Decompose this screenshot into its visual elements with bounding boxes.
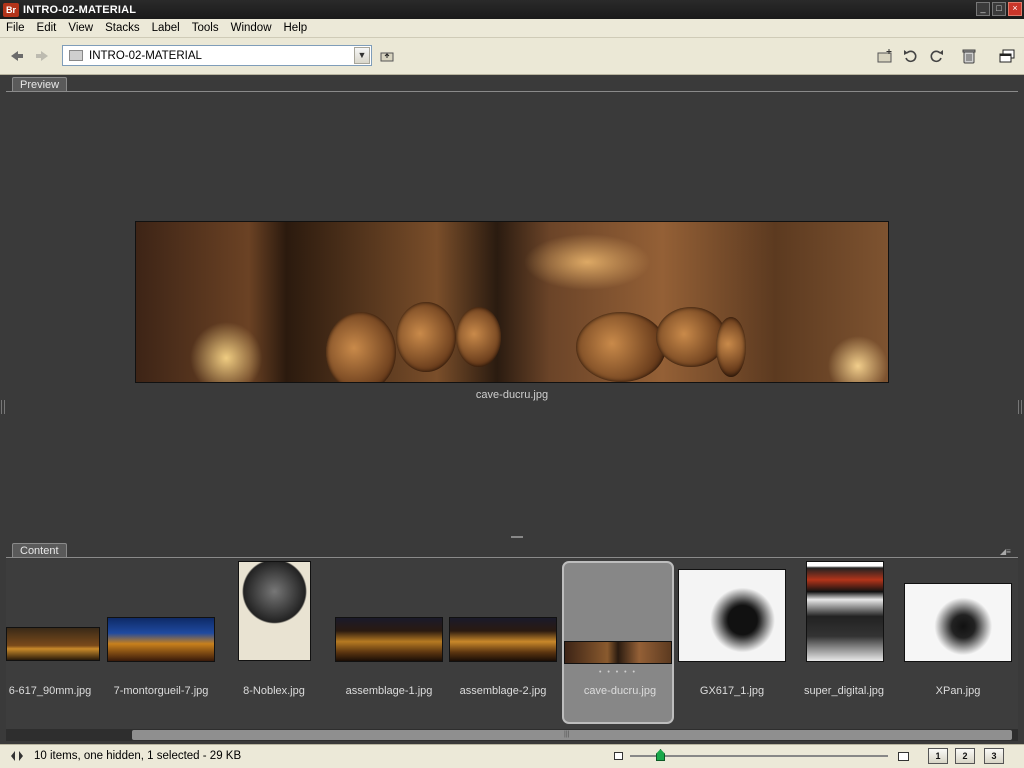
current-folder-label: INTRO-02-MATERIAL	[89, 49, 202, 62]
menu-edit[interactable]: Edit	[31, 22, 63, 34]
thumbnail-filename: assemblage-1.jpg	[345, 685, 433, 697]
thumbnail-image	[238, 561, 311, 661]
menu-help[interactable]: Help	[278, 22, 314, 34]
view-button-1[interactable]: 1	[928, 748, 948, 764]
status-text: 10 items, one hidden, 1 selected - 29 KB	[34, 750, 242, 762]
bridge-app-icon: Br	[3, 2, 19, 17]
thumbnail-item[interactable]: 7-montorgueil-7.jpg	[105, 559, 217, 725]
panel-splitter[interactable]	[511, 536, 523, 538]
preview-panel: Preview cave-ducru.jpg	[6, 75, 1018, 538]
left-panel-grip[interactable]	[1, 400, 5, 414]
thumbnail-item[interactable]: assemblage-2.jpg	[447, 559, 559, 725]
folder-icon	[69, 50, 83, 61]
horizontal-scrollbar[interactable]: |||	[6, 729, 1018, 741]
forward-arrow-icon[interactable]	[35, 48, 51, 64]
menu-bar: File Edit View Stacks Label Tools Window…	[0, 19, 1024, 38]
rotate-cw-icon[interactable]	[927, 47, 945, 65]
rating-dots[interactable]: • • • • •	[564, 669, 672, 676]
thumbnail-filename: XPan.jpg	[935, 685, 981, 697]
barrel-shape	[576, 312, 666, 382]
thumbnail-filename: super_digital.jpg	[803, 685, 885, 697]
thumbnail-filename: 8-Noblex.jpg	[243, 685, 305, 697]
barrel-shape	[656, 307, 726, 367]
thumbnail-item[interactable]: GX617_1.jpg	[676, 559, 788, 725]
barrel-shape	[716, 317, 746, 377]
menu-file[interactable]: File	[0, 22, 31, 34]
window-title: INTRO-02-MATERIAL	[23, 3, 137, 16]
content-panel: Content ◢≡ 6-617_90mm.jpg 7-montorgueil-…	[6, 541, 1018, 744]
rotate-ccw-icon[interactable]	[902, 47, 920, 65]
thumbnail-image	[449, 617, 557, 662]
thumbnail-item[interactable]: 8-Noblex.jpg	[218, 559, 330, 725]
tab-content[interactable]: Content	[12, 543, 67, 558]
preview-image[interactable]	[135, 221, 889, 383]
thumbnail-image	[335, 617, 443, 662]
trash-icon[interactable]	[960, 47, 978, 65]
close-button[interactable]: ×	[1008, 2, 1022, 16]
panel-menu-icon[interactable]: ◢≡	[1000, 547, 1016, 557]
menu-window[interactable]: Window	[225, 22, 278, 34]
back-arrow-icon[interactable]	[8, 48, 24, 64]
compact-mode-icon[interactable]	[998, 47, 1016, 65]
barrel-shape	[456, 307, 501, 367]
thumbnail-large-icon[interactable]	[898, 752, 909, 761]
thumbnail-item[interactable]: super_digital.jpg	[788, 559, 900, 725]
dropdown-arrow-icon[interactable]: ▼	[354, 47, 370, 64]
minimize-button[interactable]: _	[976, 2, 990, 16]
thumbnail-item[interactable]: assemblage-1.jpg	[333, 559, 445, 725]
status-bar: 10 items, one hidden, 1 selected - 29 KB…	[0, 744, 1024, 768]
thumbnail-image	[806, 561, 884, 662]
barrel-shape	[396, 302, 456, 372]
toggle-panels-icon[interactable]	[10, 750, 24, 762]
thumbnail-image	[6, 627, 100, 661]
preview-divider	[6, 91, 1018, 92]
content-divider	[6, 557, 1018, 558]
thumbnail-size-slider[interactable]	[630, 755, 888, 757]
restore-button[interactable]: □	[992, 2, 1006, 16]
right-panel-grip[interactable]	[1018, 400, 1022, 414]
thumbnail-image	[678, 569, 786, 662]
menu-view[interactable]: View	[62, 22, 99, 34]
thumbnail-image	[564, 641, 672, 664]
title-bar: Br INTRO-02-MATERIAL _ □ ×	[0, 0, 1024, 19]
menu-label[interactable]: Label	[146, 22, 186, 34]
go-up-folder-icon[interactable]	[378, 47, 396, 65]
preview-filename: cave-ducru.jpg	[475, 389, 549, 401]
scrollbar-thumb[interactable]	[132, 730, 1012, 740]
barrel-shape	[326, 312, 396, 382]
thumbnail-small-icon[interactable]	[614, 752, 623, 760]
view-button-3[interactable]: 3	[984, 748, 1004, 764]
folder-path-dropdown[interactable]: INTRO-02-MATERIAL ▼	[62, 45, 372, 66]
thumbnail-image	[107, 617, 215, 662]
thumbnail-item[interactable]: 6-617_90mm.jpg	[6, 559, 106, 725]
menu-stacks[interactable]: Stacks	[99, 22, 146, 34]
menu-tools[interactable]: Tools	[186, 22, 225, 34]
thumbnail-filename: assemblage-2.jpg	[459, 685, 547, 697]
thumbnail-item[interactable]: XPan.jpg	[902, 559, 1014, 725]
scroll-grip-icon: |||	[564, 731, 570, 738]
slider-knob[interactable]	[656, 749, 665, 761]
thumbnail-strip: 6-617_90mm.jpg 7-montorgueil-7.jpg 8-Nob…	[6, 559, 1018, 729]
thumbnail-image	[904, 583, 1012, 662]
tab-preview[interactable]: Preview	[12, 77, 68, 92]
new-folder-icon[interactable]	[876, 47, 894, 65]
path-bar: INTRO-02-MATERIAL ▼	[0, 38, 1024, 75]
view-button-2[interactable]: 2	[955, 748, 975, 764]
thumbnail-item-selected[interactable]: • • • • • cave-ducru.jpg	[562, 561, 674, 724]
